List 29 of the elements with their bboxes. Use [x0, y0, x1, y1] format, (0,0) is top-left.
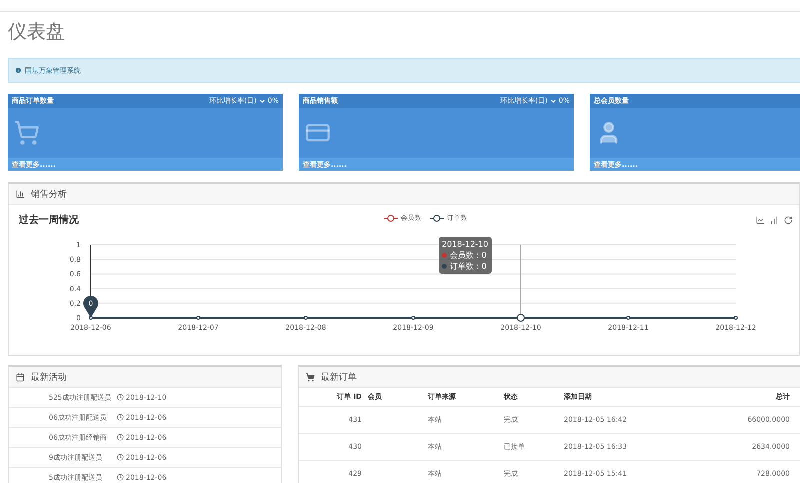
- line-chart-icon[interactable]: [756, 216, 765, 224]
- bar-chart-icon: [16, 190, 25, 198]
- panel-title: 销售分析: [31, 188, 67, 200]
- data-point: [734, 316, 738, 320]
- refresh-icon[interactable]: [784, 216, 793, 224]
- clock-icon: [117, 434, 124, 441]
- clock-icon: [117, 474, 124, 481]
- info-icon: [15, 67, 22, 74]
- chart-title: 过去一周情况: [19, 214, 79, 227]
- calendar-icon: [16, 372, 25, 382]
- data-point: [89, 316, 93, 320]
- data-point: [626, 316, 630, 320]
- data-point: [304, 316, 308, 320]
- data-point: [196, 316, 200, 320]
- data-point: [412, 316, 416, 320]
- clock-icon: [117, 454, 124, 461]
- caret-icon: [258, 98, 266, 104]
- bar-chart-icon[interactable]: [770, 216, 779, 224]
- data-point: [517, 314, 525, 322]
- page-title: 仪表盘: [8, 20, 66, 44]
- cart-icon: [306, 372, 315, 382]
- panel-title: 最新订单: [321, 372, 357, 384]
- cart-icon: [14, 120, 40, 146]
- panel-title: 最新活动: [31, 372, 67, 384]
- clock-icon: [117, 414, 124, 421]
- clock-icon: [117, 394, 124, 401]
- reference-line: [520, 244, 522, 316]
- chart-tooltip: 2018-12-10 会员数 : 0 订单数 : 0: [439, 237, 492, 274]
- caret-icon: [550, 98, 557, 104]
